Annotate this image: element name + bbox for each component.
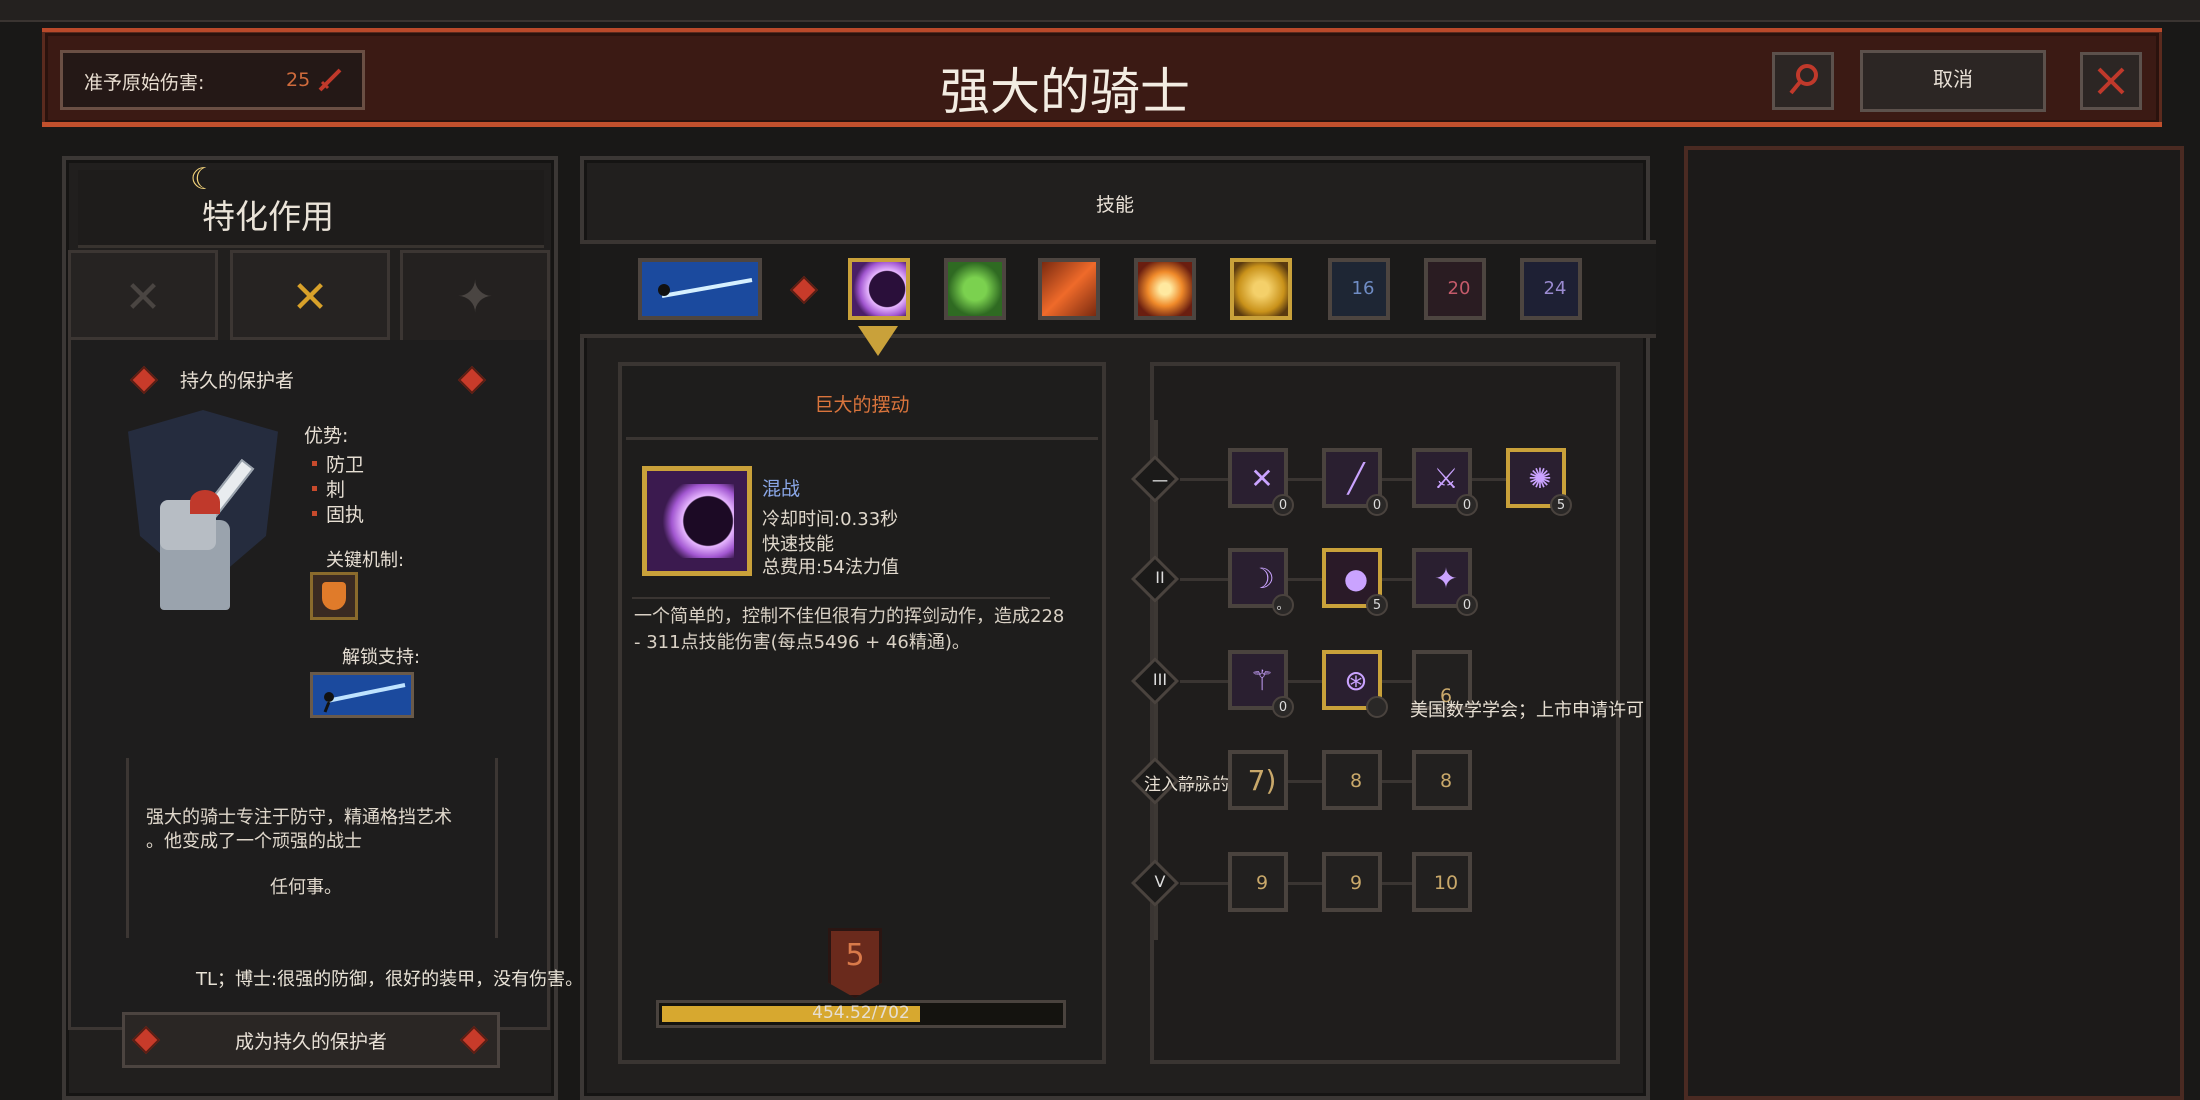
tree-connector xyxy=(1180,882,1450,885)
node-rank: 5 xyxy=(1366,594,1388,616)
header-top-line xyxy=(42,28,2162,32)
tree-node[interactable]: 9 xyxy=(1228,852,1288,912)
crescent-icon xyxy=(852,262,906,316)
node-rank xyxy=(1366,696,1388,718)
shield-icon xyxy=(322,582,346,610)
side-panel xyxy=(1684,146,2184,1100)
skills-heading: 技能 xyxy=(1095,194,1134,216)
skill-slot-locked-16[interactable]: 16 xyxy=(1328,258,1390,320)
xp-text: 454.52/702 xyxy=(812,1003,910,1023)
spec-title: 特化作用 xyxy=(202,197,334,236)
skill-slot-locked-20[interactable]: 20 xyxy=(1424,258,1486,320)
tree-node[interactable]: 10 xyxy=(1412,852,1472,912)
tree-connector xyxy=(1180,578,1450,581)
node-required-level: 8 xyxy=(1439,770,1453,792)
unlock-level: 20 xyxy=(1447,278,1471,299)
node-required-level: 10 xyxy=(1433,872,1459,894)
advantage-item: 刺 xyxy=(326,479,346,501)
bird-icon: ✦ xyxy=(456,272,494,323)
search-button[interactable] xyxy=(1772,52,1834,110)
skill-description: 一个简单的，控制不佳但很有力的挥剑动作，造成228 - 311点技能伤害(每点5… xyxy=(634,606,1065,653)
dash-icon xyxy=(1234,262,1288,316)
spec-tab-3[interactable]: ✦ xyxy=(400,250,550,340)
node-rank: 0 xyxy=(1456,494,1478,516)
bullet-dot xyxy=(312,511,317,516)
crossed-swords-icon: ✕ xyxy=(124,272,162,323)
advantage-item: 固执 xyxy=(326,504,365,526)
skill-slot-green[interactable] xyxy=(944,258,1006,320)
lance-icon xyxy=(642,262,758,316)
spec-description: 强大的骑士专注于防守，精通格挡艺术 。他变成了一个顽强的战士 xyxy=(146,806,486,854)
unlock-support-icon[interactable] xyxy=(310,672,414,718)
tree-connector xyxy=(1180,780,1450,783)
unlock-level: 24 xyxy=(1543,278,1567,299)
crescent-icon xyxy=(660,484,734,558)
skill-slot-lance[interactable] xyxy=(638,258,762,320)
become-protector-label: 成为持久的保护者 xyxy=(234,1031,387,1053)
bullet-dot xyxy=(312,486,317,491)
node-rank: 0 xyxy=(1366,494,1388,516)
node-required-level: 9 xyxy=(1255,872,1269,894)
skill-slot-dash[interactable] xyxy=(1230,258,1292,320)
fire-slash-icon xyxy=(1042,262,1096,316)
spec-tab-1[interactable]: ✕ xyxy=(68,250,218,340)
tree-node[interactable]: 8 xyxy=(1412,750,1472,810)
cancel-button-label: 取消 xyxy=(1933,67,1973,91)
spec-description-tail: 任何事。 xyxy=(270,877,342,898)
tree-node[interactable]: 8 xyxy=(1322,750,1382,810)
spec-description-line: 强大的骑士专注于防守，精通格挡艺术 xyxy=(146,807,452,828)
tree-node[interactable]: 7) xyxy=(1228,750,1288,810)
skill-slot-crescent[interactable] xyxy=(848,258,910,320)
node-tooltip: 美国数学学会；上市申请许可 xyxy=(1410,700,1644,721)
crossed-swords-icon: ✕ xyxy=(291,272,329,323)
unlock-level: 16 xyxy=(1351,278,1375,299)
search-icon xyxy=(1789,64,1818,95)
burst-icon xyxy=(1138,262,1192,316)
advantage-item: 防卫 xyxy=(326,454,365,476)
slime-icon xyxy=(948,262,1002,316)
close-icon xyxy=(2097,67,2125,95)
spec-tab-2[interactable]: ✕ xyxy=(230,250,390,340)
skill-type: 混战 xyxy=(762,478,801,500)
node-rank: 5 xyxy=(1550,494,1572,516)
skill-level: 5 xyxy=(845,938,865,973)
node-required-level: 9 xyxy=(1349,872,1363,894)
node-required-level: 7) xyxy=(1247,764,1277,797)
knight-plume xyxy=(190,490,220,514)
node-rank: 0 xyxy=(1272,494,1294,516)
advantages-label: 优势: xyxy=(304,425,349,447)
node-rank: 。 xyxy=(1272,594,1294,616)
tree-connector xyxy=(1180,680,1450,683)
close-button[interactable] xyxy=(2080,52,2142,110)
skill-slot-burst[interactable] xyxy=(1134,258,1196,320)
spec-description-line: 。他变成了一个顽强的战士 xyxy=(146,831,362,852)
skill-cost: 总费用:54法力值 xyxy=(762,557,899,578)
bullet-dot xyxy=(312,461,317,466)
node-rank: 0 xyxy=(1456,594,1478,616)
skill-slot-locked-24[interactable]: 24 xyxy=(1520,258,1582,320)
skill-slot-fire-slash[interactable] xyxy=(1038,258,1100,320)
node-rank: 0 xyxy=(1272,696,1294,718)
lance-icon xyxy=(323,683,406,713)
key-mechanic-label: 关键机制: xyxy=(326,550,405,571)
divider xyxy=(632,597,1050,599)
top-strip xyxy=(0,0,2200,22)
skill-name: 巨大的摆动 xyxy=(814,394,910,416)
unlock-support-label: 解锁支持: xyxy=(342,647,421,668)
tldr-note: TL；博士:很强的防御，很好的装甲，没有伤害。 xyxy=(196,969,584,990)
tree-node[interactable]: 9 xyxy=(1322,852,1382,912)
node-required-level: 8 xyxy=(1349,770,1363,792)
skill-cooldown: 冷却时间:0.33秒 xyxy=(762,509,899,530)
spec-name: 持久的保护者 xyxy=(180,370,295,392)
